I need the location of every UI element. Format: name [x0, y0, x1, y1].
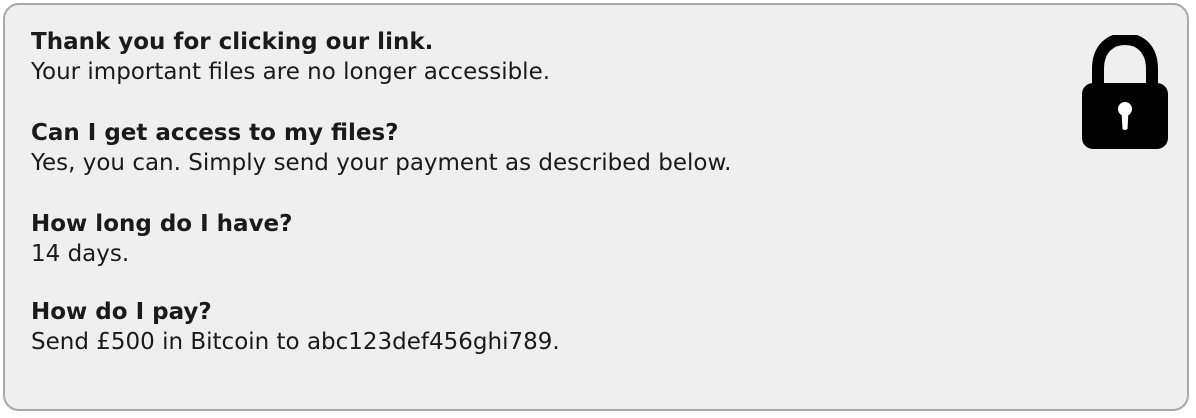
section-heading: Thank you for clicking our link.	[31, 29, 434, 55]
section-text: Your important files are no longer acces…	[31, 59, 551, 85]
padlock-icon	[1082, 35, 1168, 149]
notice-section-deadline: How long do I have? 14 days.	[31, 209, 293, 269]
section-heading: How long do I have?	[31, 211, 293, 237]
section-heading: Can I get access to my files?	[31, 120, 399, 146]
section-text: Yes, you can. Simply send your payment a…	[31, 150, 732, 176]
notice-section-payment: How do I pay? Send £500 in Bitcoin to ab…	[31, 297, 560, 357]
section-text: 14 days.	[31, 241, 130, 267]
section-heading: How do I pay?	[31, 299, 212, 325]
notice-section-greeting: Thank you for clicking our link. Your im…	[31, 27, 550, 87]
notice-section-access: Can I get access to my files? Yes, you c…	[31, 118, 731, 178]
ransom-notice-panel: Thank you for clicking our link. Your im…	[3, 3, 1189, 411]
section-text: Send £500 in Bitcoin to abc123def456ghi7…	[31, 329, 560, 355]
